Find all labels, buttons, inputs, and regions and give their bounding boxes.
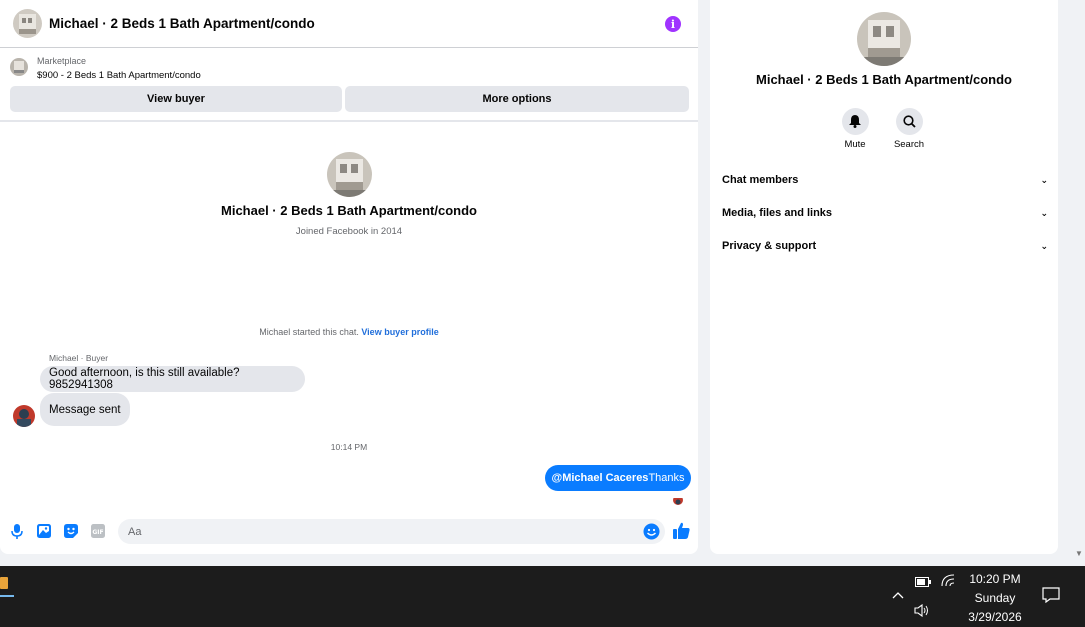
sender-avatar[interactable] xyxy=(13,405,35,427)
section-label: Privacy & support xyxy=(722,240,817,252)
message-bubble-outgoing[interactable]: @Michael Caceres Thanks xyxy=(545,465,691,491)
chevron-up-icon[interactable] xyxy=(892,588,904,602)
outgoing-text: Thanks xyxy=(648,472,685,484)
section-media-files-links[interactable]: Media, files and links ⌄ xyxy=(722,202,1048,224)
more-options-button[interactable]: More options xyxy=(345,86,689,112)
search-button[interactable]: Search xyxy=(889,108,929,150)
mention[interactable]: @Michael Caceres xyxy=(551,472,648,484)
mute-label: Mute xyxy=(844,139,866,150)
listing-thumbnail[interactable] xyxy=(10,58,28,76)
sticker-icon[interactable] xyxy=(63,523,79,539)
search-icon[interactable] xyxy=(895,108,923,135)
profile-name: Michael · 2 Beds 1 Bath Apartment/condo xyxy=(221,203,477,218)
section-chat-members[interactable]: Chat members ⌄ xyxy=(722,169,1048,191)
info-name: Michael · 2 Beds 1 Bath Apartment/condo xyxy=(756,72,1012,87)
message-input[interactable] xyxy=(118,519,665,544)
chevron-down-icon: ⌄ xyxy=(1040,174,1048,185)
scrollbar-down-arrow[interactable]: ▼ xyxy=(1075,549,1085,561)
sender-label: Michael · Buyer xyxy=(49,353,109,363)
mute-button[interactable]: Mute xyxy=(835,108,875,150)
battery-icon[interactable] xyxy=(915,576,931,590)
info-icon[interactable]: i xyxy=(665,16,681,32)
marketplace-label: Marketplace xyxy=(37,56,87,66)
view-buyer-button[interactable]: View buyer xyxy=(10,86,342,112)
svg-text:GIF: GIF xyxy=(92,529,103,536)
section-privacy-support[interactable]: Privacy & support ⌄ xyxy=(722,235,1048,257)
search-label: Search xyxy=(893,139,925,150)
chat-title[interactable]: Michael · 2 Beds 1 Bath Apartment/condo xyxy=(49,16,315,31)
taskbar: 10:20 PM Sunday 3/29/2026 xyxy=(0,566,1085,627)
clock-date: 3/29/2026 xyxy=(968,610,1022,624)
chat-avatar[interactable] xyxy=(13,9,42,38)
profile-avatar[interactable] xyxy=(327,152,372,197)
wifi-icon[interactable] xyxy=(941,574,955,590)
message-timestamp: 10:14 PM xyxy=(330,442,368,452)
message-bubble-incoming[interactable]: Good afternoon, is this still available?… xyxy=(40,366,305,392)
profile-joined: Joined Facebook in 2014 xyxy=(295,226,403,237)
bell-icon[interactable] xyxy=(841,108,869,135)
section-label: Media, files and links xyxy=(722,207,833,219)
seen-indicator-avatar xyxy=(673,495,683,505)
message-bubble-incoming[interactable]: Message sent xyxy=(40,393,130,426)
view-buyer-profile-link[interactable]: View buyer profile xyxy=(361,327,438,337)
gif-icon[interactable]: GIF xyxy=(90,523,106,539)
started-text: Michael started this chat. xyxy=(259,327,359,337)
chevron-down-icon: ⌄ xyxy=(1040,207,1048,218)
chat-panel: Michael · 2 Beds 1 Bath Apartment/condo … xyxy=(0,0,698,554)
chevron-down-icon: ⌄ xyxy=(1040,240,1048,251)
clock-time: 10:20 PM xyxy=(969,572,1021,586)
section-label: Chat members xyxy=(722,174,799,186)
clock-day: Sunday xyxy=(974,591,1016,605)
volume-icon[interactable] xyxy=(914,603,930,620)
listing-title[interactable]: $900 - 2 Beds 1 Bath Apartment/condo xyxy=(37,70,201,81)
microphone-icon[interactable] xyxy=(9,523,25,539)
photo-icon[interactable] xyxy=(36,523,52,539)
notifications-icon[interactable] xyxy=(1042,587,1060,604)
taskbar-app-icon[interactable] xyxy=(0,570,14,597)
conversation-info-panel: Michael · 2 Beds 1 Bath Apartment/condo … xyxy=(710,0,1058,554)
info-avatar[interactable] xyxy=(857,12,911,66)
chat-header: Michael · 2 Beds 1 Bath Apartment/condo … xyxy=(0,0,698,48)
like-icon[interactable] xyxy=(672,521,691,540)
chat-started-notice: Michael started this chat. View buyer pr… xyxy=(0,327,698,337)
marketplace-bar: Marketplace $900 - 2 Beds 1 Bath Apartme… xyxy=(0,49,698,122)
clock[interactable]: 10:20 PM Sunday 3/29/2026 xyxy=(960,570,1030,627)
emoji-icon[interactable] xyxy=(643,523,660,540)
